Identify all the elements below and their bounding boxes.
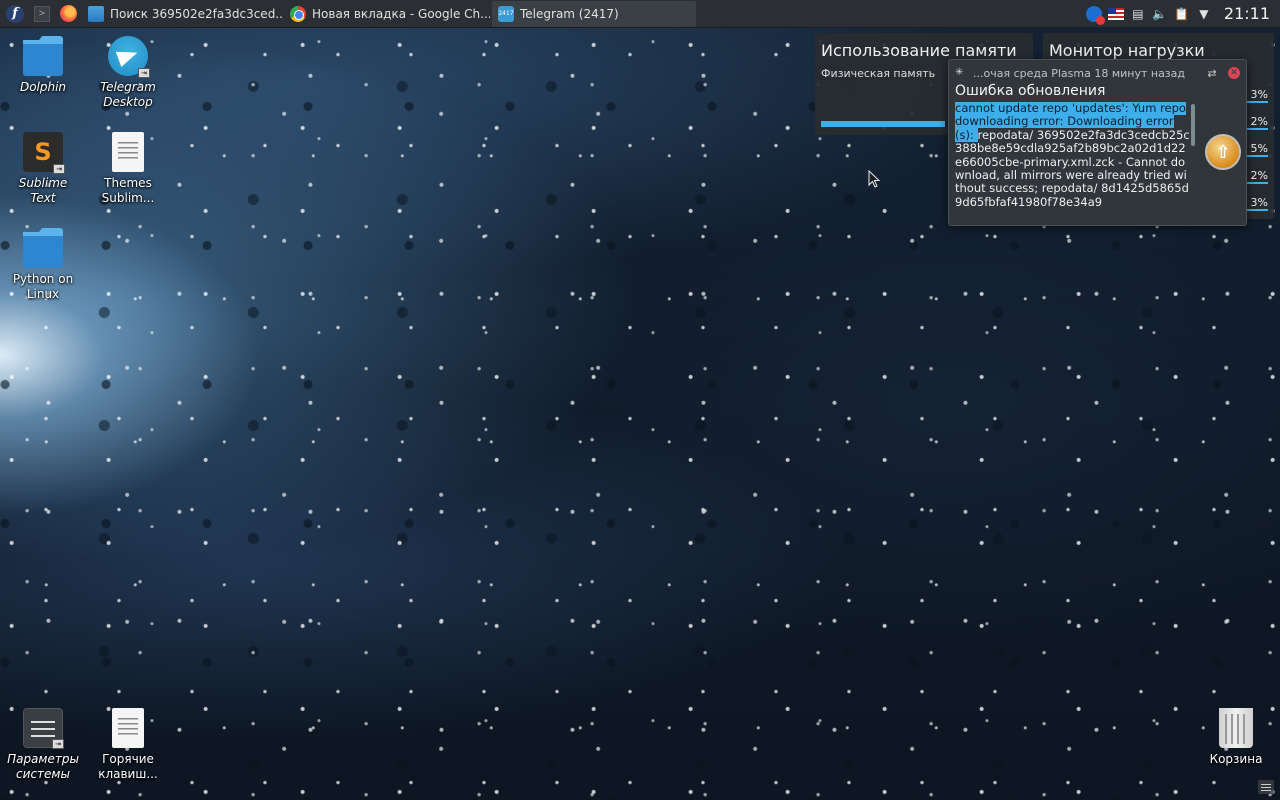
desktop-icon-dolphin[interactable]: Dolphin	[5, 36, 81, 95]
system-tray: ▤ 🔈 📋 ▼ 21:11	[1085, 0, 1280, 28]
widget-title: Монитор нагрузки	[1049, 41, 1205, 60]
notification-header: ✳ ...очая среда Plasma 18 минут назад ⇄ …	[955, 65, 1240, 81]
us-flag-icon[interactable]	[1107, 6, 1124, 22]
widget-subtitle: Физическая память	[821, 67, 936, 80]
fedora-icon: f	[6, 4, 24, 23]
desktop-icon-themes-sublime[interactable]: Themes Sublim...	[90, 132, 166, 206]
folder-icon	[88, 5, 104, 22]
notification-scrollbar[interactable]	[1191, 104, 1195, 146]
sublime-icon: ⇥	[23, 132, 65, 174]
task-label: Поиск 369502e2fa3dc3ced...	[110, 6, 282, 21]
terminal-icon: >	[34, 5, 50, 22]
settings-icon: ⇥	[23, 708, 64, 749]
task-chrome[interactable]: Новая вкладка - Google Ch...	[284, 1, 490, 27]
folder-icon	[23, 36, 63, 76]
notification-title: Ошибка обновления	[955, 83, 1106, 99]
memory-usage-fill	[821, 121, 945, 127]
desktop-toolbox-button[interactable]	[1258, 780, 1274, 794]
mouse-cursor-icon	[868, 170, 880, 188]
task-label: Telegram (2417)	[520, 6, 619, 21]
desktop-icon-label: Dolphin	[19, 80, 67, 94]
trash-icon	[1219, 708, 1253, 748]
terminal-launcher[interactable]: >	[30, 2, 54, 26]
desktop-icon-trash[interactable]: Корзина	[1198, 708, 1274, 767]
desktop-icon-label: Горячие клавиш...	[98, 752, 158, 781]
desktop-icon-label: Themes Sublim...	[101, 176, 155, 205]
update-notifier-icon[interactable]	[1085, 5, 1105, 25]
upgrade-arrow-icon[interactable]: ⇧	[1205, 134, 1241, 170]
clipboard-icon[interactable]: 📋	[1174, 6, 1190, 22]
busy-spinner-icon: ✳	[955, 67, 964, 78]
firefox-icon	[59, 5, 77, 22]
task-label: Новая вкладка - Google Ch...	[312, 6, 490, 21]
chrome-icon	[290, 5, 306, 22]
folder-icon	[23, 228, 63, 268]
network-icon[interactable]: ▤	[1130, 6, 1146, 22]
desktop-icon-sublime[interactable]: ⇥ Sublime Text	[5, 132, 81, 206]
document-icon	[112, 132, 144, 172]
notification-body[interactable]: cannot update repo 'updates': Yum repo d…	[955, 102, 1191, 222]
body-text: repodata/ 369502e2fa3dc3cedcb25c388be8e5…	[955, 127, 1190, 209]
desktop-icon-hotkeys[interactable]: Горячие клавиш...	[90, 708, 166, 782]
close-icon[interactable]: ✕	[1228, 67, 1240, 79]
desktop-icon-system-settings[interactable]: ⇥ Параметры системы	[5, 708, 81, 782]
telegram-icon: 2417	[498, 5, 514, 22]
update-error-notification[interactable]: ✳ ...очая среда Plasma 18 минут назад ⇄ …	[948, 59, 1247, 226]
desktop-icon-label: Python on Linux	[12, 272, 74, 301]
taskbar: f > Поиск 369502e2fa3dc3ced... Новая вкл…	[0, 0, 1280, 28]
telegram-icon: ⇥	[108, 36, 150, 78]
document-icon	[112, 708, 144, 748]
desktop-icon-label: Параметры системы	[7, 752, 79, 781]
notification-source: ...очая среда Plasma 18 минут назад	[973, 66, 1186, 80]
application-launcher[interactable]: f	[2, 1, 28, 27]
desktop-icon-python-on-linux[interactable]: Python on Linux	[5, 228, 81, 302]
desktop-icon-label: Telegram Desktop	[100, 80, 156, 109]
desktop-icon-label: Sublime Text	[18, 176, 68, 205]
clock[interactable]: 21:11	[1224, 4, 1270, 23]
widget-title: Использование памяти	[821, 41, 1017, 60]
task-dolphin-search[interactable]: Поиск 369502e2fa3dc3ced...	[82, 1, 282, 27]
configure-icon[interactable]: ⇄	[1204, 67, 1220, 80]
desktop-icon-telegram[interactable]: ⇥ Telegram Desktop	[90, 36, 166, 110]
desktop-icon-label: Корзина	[1209, 752, 1263, 766]
firefox-launcher[interactable]	[56, 2, 80, 26]
volume-icon[interactable]: 🔈	[1152, 6, 1168, 22]
task-telegram[interactable]: 2417 Telegram (2417)	[492, 0, 696, 27]
expand-arrow-icon[interactable]: ▼	[1196, 6, 1212, 22]
